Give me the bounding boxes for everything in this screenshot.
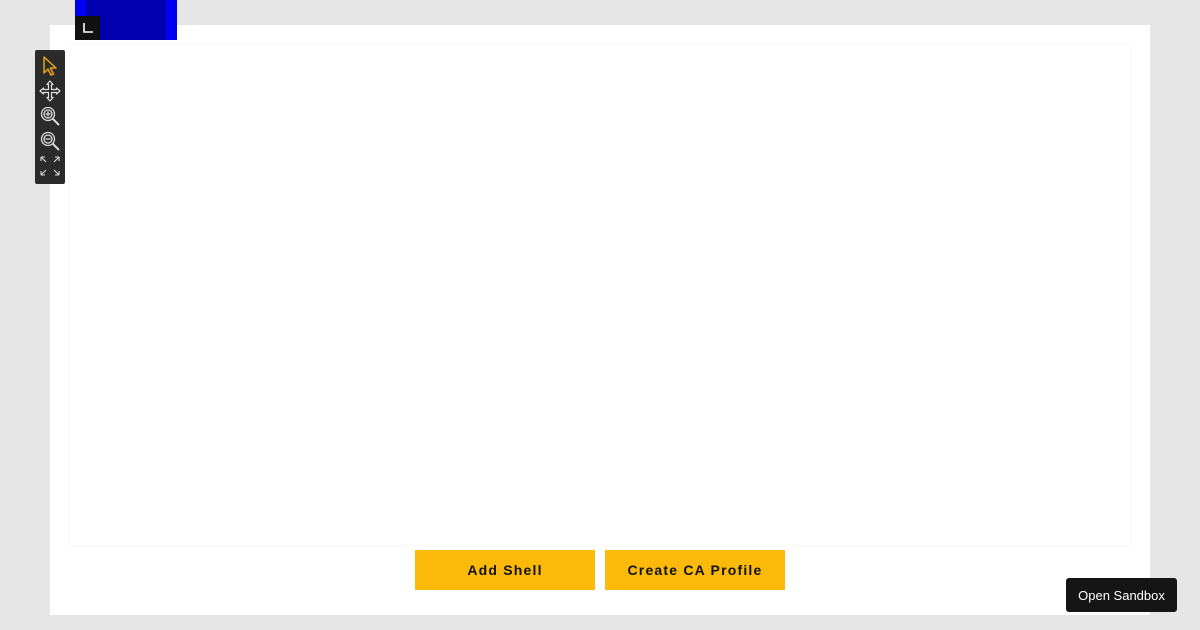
zoom-in-icon bbox=[40, 106, 60, 126]
drawing-canvas[interactable] bbox=[70, 45, 1130, 545]
fit-to-screen-icon bbox=[40, 155, 60, 176]
add-shell-button[interactable]: Add Shell bbox=[415, 550, 595, 590]
blue-shape[interactable] bbox=[75, 0, 177, 40]
zoom-in-tool-button[interactable] bbox=[37, 103, 63, 128]
pointer-tool-button[interactable] bbox=[37, 53, 63, 78]
open-sandbox-button[interactable]: Open Sandbox bbox=[1066, 578, 1177, 612]
corner-marker-icon bbox=[75, 16, 100, 40]
fit-to-screen-tool-button[interactable] bbox=[37, 153, 63, 178]
canvas-actions: Add Shell Create CA Profile bbox=[415, 550, 785, 590]
create-ca-profile-button[interactable]: Create CA Profile bbox=[605, 550, 785, 590]
pan-icon bbox=[39, 79, 61, 102]
zoom-out-tool-button[interactable] bbox=[37, 128, 63, 153]
pointer-icon bbox=[43, 55, 57, 76]
zoom-out-icon bbox=[40, 131, 60, 151]
pan-tool-button[interactable] bbox=[37, 78, 63, 103]
canvas-toolbar bbox=[35, 50, 65, 184]
